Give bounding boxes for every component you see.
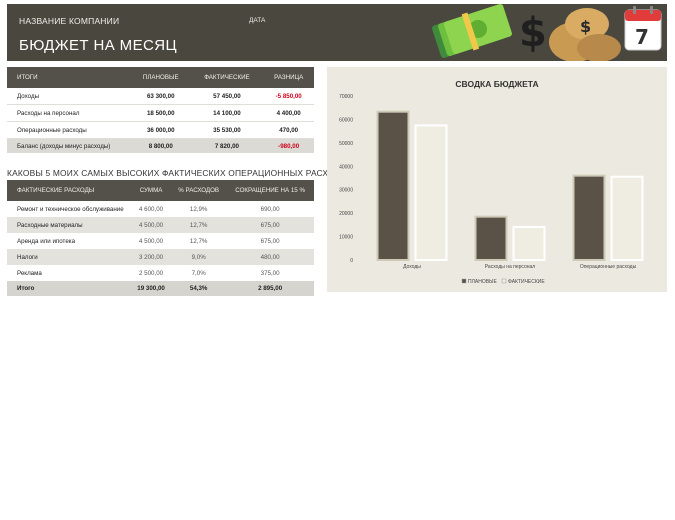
total-amount: 19 300,00 bbox=[131, 281, 172, 296]
actual-cell: 35 530,00 bbox=[190, 121, 264, 139]
x-category-label: Доходы bbox=[403, 264, 421, 270]
y-tick-label: 70000 bbox=[339, 94, 353, 100]
balance-label: Баланс (доходы минус расходы) bbox=[7, 138, 131, 153]
table-row: Расходные материалы 4 500,00 12,7% 675,0… bbox=[7, 217, 314, 233]
table-row: Расходы на персонал 18 500,00 14 100,00 … bbox=[7, 104, 314, 122]
amount-cell[interactable]: 2 500,00 bbox=[131, 265, 172, 281]
y-tick-label: 30000 bbox=[339, 188, 353, 194]
calendar-day: 7 bbox=[635, 25, 649, 49]
col-header-totals: ИТОГИ bbox=[7, 67, 131, 88]
balance-diff: -980,00 bbox=[263, 138, 314, 153]
svg-text:$: $ bbox=[580, 17, 591, 36]
expense-label[interactable]: Реклама bbox=[7, 265, 131, 281]
table-row: Налоги 3 200,00 9,0% 480,00 bbox=[7, 249, 314, 265]
col-header-percent: % РАСХОДОВ bbox=[171, 180, 227, 201]
amount-cell[interactable]: 4 600,00 bbox=[131, 201, 172, 217]
x-category-label: Операционные расходы bbox=[580, 264, 637, 270]
legend-swatch bbox=[501, 278, 507, 284]
total-cut: 2 895,00 bbox=[226, 281, 314, 296]
diff-cell: 470,00 bbox=[263, 121, 314, 139]
bar-planned[interactable] bbox=[474, 215, 508, 262]
actual-cell: 57 450,00 bbox=[190, 88, 264, 105]
diff-cell: -5 850,00 bbox=[263, 88, 314, 105]
x-category-label: Расходы на персонал bbox=[485, 264, 536, 270]
table-row: Операционные расходы 36 000,00 35 530,00… bbox=[7, 121, 314, 139]
cut-cell: 675,00 bbox=[226, 217, 314, 233]
y-tick-label: 0 bbox=[350, 258, 353, 264]
svg-text:$: $ bbox=[519, 10, 547, 56]
diff-cell: 4 400,00 bbox=[263, 104, 314, 122]
percent-cell: 12,7% bbox=[171, 217, 227, 233]
table-row: Ремонт и техническое обслуживание 4 600,… bbox=[7, 201, 314, 217]
bar-actual[interactable] bbox=[610, 175, 644, 261]
y-tick-label: 50000 bbox=[339, 141, 353, 147]
banknote-icon bbox=[432, 4, 512, 58]
balance-planned: 8 800,00 bbox=[131, 138, 191, 153]
col-header-cut: СОКРАЩЕНИЕ НА 15 % bbox=[226, 180, 314, 201]
legend-label: ФАКТИЧЕСКИЕ bbox=[508, 279, 545, 285]
col-header-planned: ПЛАНОВЫЕ bbox=[131, 67, 191, 88]
total-percent: 54,3% bbox=[171, 281, 227, 296]
chart-canvas: СВОДКА БЮДЖЕТА 0 10000 20000 30000 40000 5000… bbox=[339, 79, 644, 285]
table-row: Аренда или ипотека 4 500,00 12,7% 675,00 bbox=[7, 233, 314, 249]
expenses-table: ФАКТИЧЕСКИЕ РАСХОДЫ СУММА % РАСХОДОВ СОК… bbox=[7, 180, 314, 296]
y-tick-label: 60000 bbox=[339, 117, 353, 123]
y-tick-label: 40000 bbox=[339, 164, 353, 170]
row-label[interactable]: Операционные расходы bbox=[7, 121, 131, 139]
total-label: Итого bbox=[7, 281, 131, 296]
page-title: БЮДЖЕТ НА МЕСЯЦ bbox=[19, 37, 177, 54]
balance-row: Баланс (доходы минус расходы) 8 800,00 7… bbox=[7, 138, 314, 153]
header-banner: НАЗВАНИЕ КОМПАНИИ ДАТА БЮДЖЕТ НА МЕСЯЦ $… bbox=[7, 4, 667, 61]
y-tick-label: 10000 bbox=[339, 235, 353, 241]
bar-actual[interactable] bbox=[512, 225, 546, 261]
cut-cell: 675,00 bbox=[226, 233, 314, 249]
legend-swatch bbox=[461, 278, 467, 284]
expense-label[interactable]: Аренда или ипотека bbox=[7, 233, 131, 249]
row-label[interactable]: Доходы bbox=[7, 88, 131, 105]
expense-label[interactable]: Налоги bbox=[7, 249, 131, 265]
bar-planned[interactable] bbox=[376, 110, 410, 261]
legend-label: ПЛАНОВЫЕ bbox=[468, 279, 497, 285]
col-header-actual: ФАКТИЧЕСКИЕ bbox=[190, 67, 264, 88]
calendar-icon: 7 bbox=[624, 6, 662, 51]
percent-cell: 12,7% bbox=[171, 233, 227, 249]
budget-summary-chart[interactable]: СВОДКА БЮДЖЕТА 0 10000 20000 30000 40000 5000… bbox=[327, 67, 667, 292]
amount-cell[interactable]: 4 500,00 bbox=[131, 217, 172, 233]
expense-label[interactable]: Ремонт и техническое обслуживание bbox=[7, 201, 131, 217]
expense-label[interactable]: Расходные материалы bbox=[7, 217, 131, 233]
col-header-diff: РАЗНИЦА bbox=[263, 67, 314, 88]
cut-cell: 480,00 bbox=[226, 249, 314, 265]
expenses-section-title: КАКОВЫ 5 МОИХ САМЫХ ВЫСОКИХ ФАКТИЧЕСКИХ … bbox=[7, 168, 353, 178]
date-label[interactable]: ДАТА bbox=[249, 17, 265, 24]
planned-cell[interactable]: 18 500,00 bbox=[131, 104, 191, 122]
company-name[interactable]: НАЗВАНИЕ КОМПАНИИ bbox=[19, 16, 119, 26]
actual-cell: 14 100,00 bbox=[190, 104, 264, 122]
planned-cell[interactable]: 36 000,00 bbox=[131, 121, 191, 139]
percent-cell: 12,9% bbox=[171, 201, 227, 217]
summary-table: ИТОГИ ПЛАНОВЫЕ ФАКТИЧЕСКИЕ РАЗНИЦА Доход… bbox=[7, 67, 314, 153]
bar-actual[interactable] bbox=[414, 124, 448, 261]
expenses-total-row: Итого 19 300,00 54,3% 2 895,00 bbox=[7, 281, 314, 296]
balance-actual: 7 820,00 bbox=[190, 138, 264, 153]
dollar-sign-icon: $ bbox=[519, 10, 547, 56]
col-header-amount: СУММА bbox=[131, 180, 172, 201]
table-row: Доходы 63 300,00 57 450,00 -5 850,00 bbox=[7, 88, 314, 105]
y-tick-label: 20000 bbox=[339, 211, 353, 217]
percent-cell: 9,0% bbox=[171, 249, 227, 265]
table-row: Реклама 2 500,00 7,0% 375,00 bbox=[7, 265, 314, 281]
planned-cell[interactable]: 63 300,00 bbox=[131, 88, 191, 105]
money-illustration: $ $ 7 bbox=[432, 4, 662, 61]
percent-cell: 7,0% bbox=[171, 265, 227, 281]
money-bag-icon: $ bbox=[549, 8, 621, 61]
chart-title: СВОДКА БЮДЖЕТА bbox=[455, 79, 538, 89]
cut-cell: 690,00 bbox=[226, 201, 314, 217]
cut-cell: 375,00 bbox=[226, 265, 314, 281]
row-label[interactable]: Расходы на персонал bbox=[7, 104, 131, 122]
amount-cell[interactable]: 3 200,00 bbox=[131, 249, 172, 265]
amount-cell[interactable]: 4 500,00 bbox=[131, 233, 172, 249]
col-header-expense: ФАКТИЧЕСКИЕ РАСХОДЫ bbox=[7, 180, 131, 201]
bar-planned[interactable] bbox=[572, 174, 606, 261]
